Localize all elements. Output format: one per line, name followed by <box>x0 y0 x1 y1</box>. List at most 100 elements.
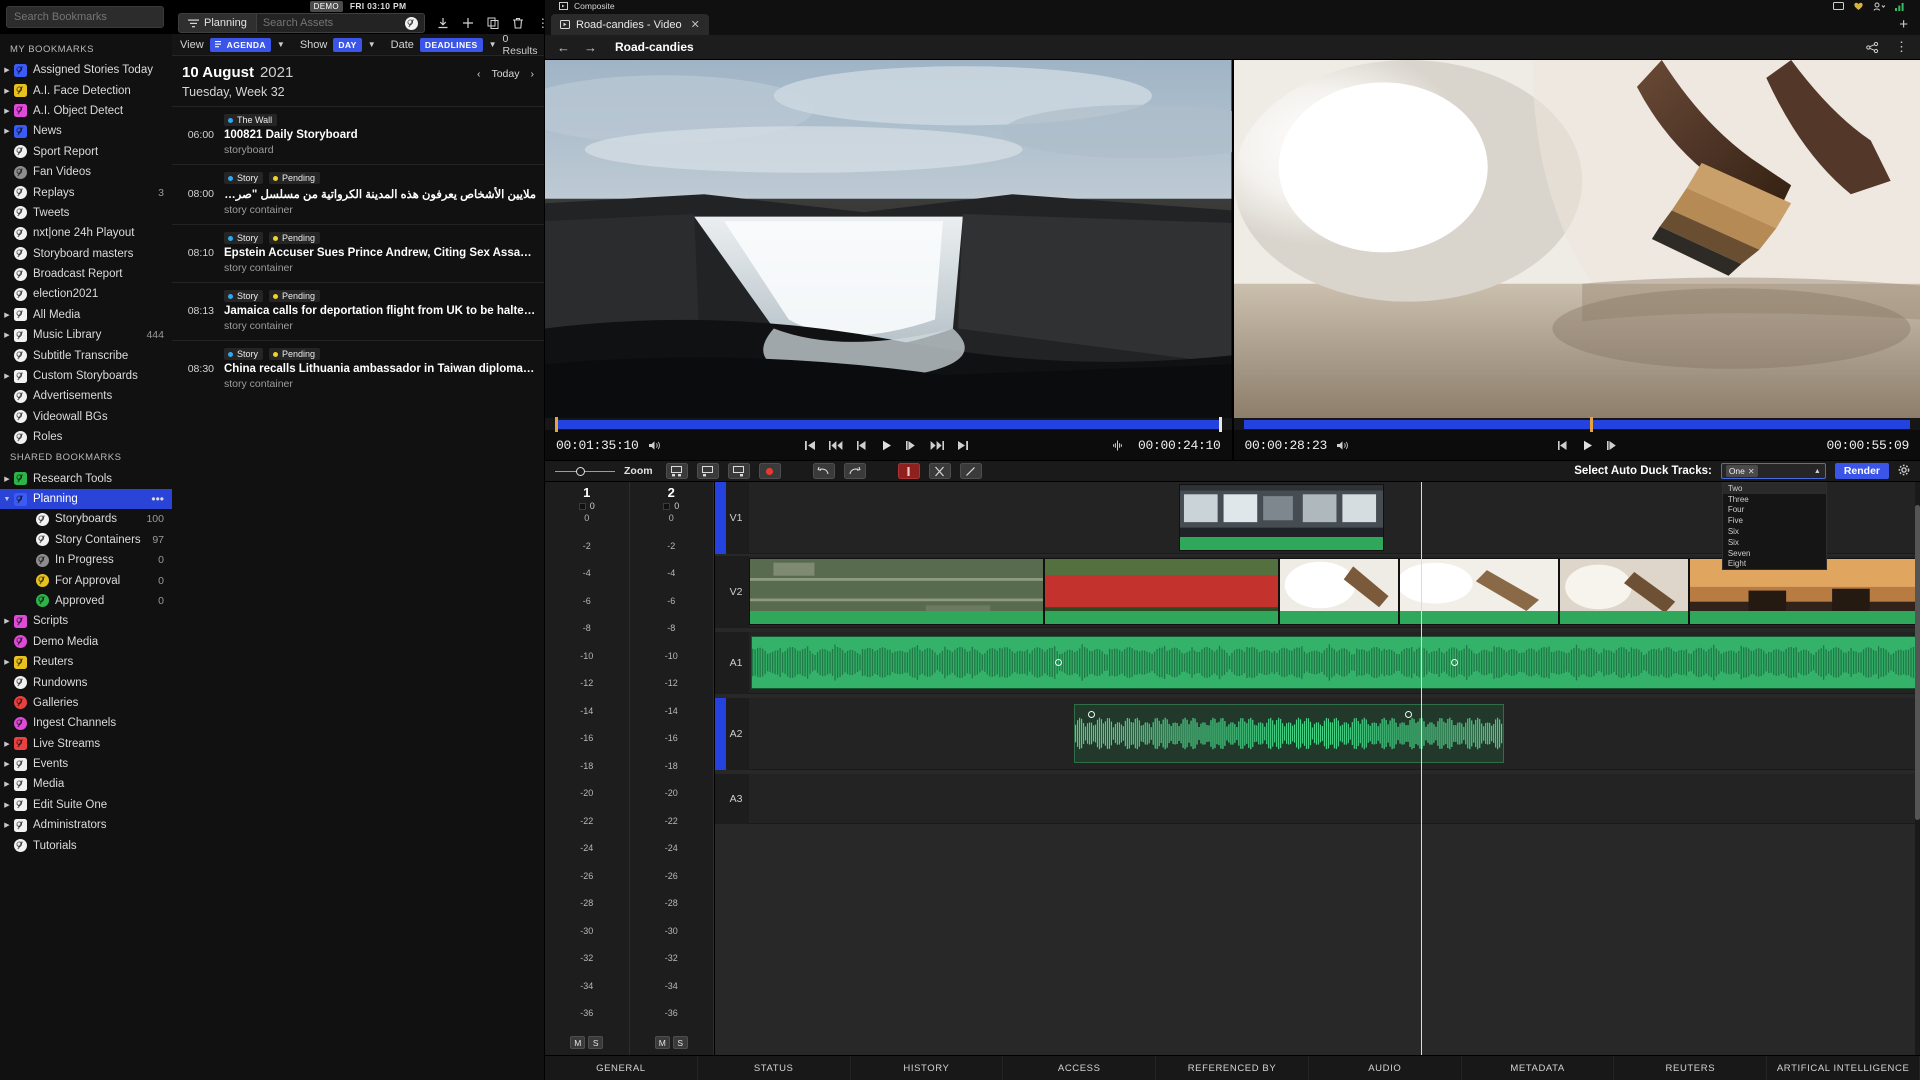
chevron-right-icon[interactable] <box>0 66 14 74</box>
track-header-v1[interactable]: V1 <box>715 482 749 554</box>
program-scrub-track[interactable] <box>1243 416 1910 432</box>
sidebar-item-demo-media[interactable]: Demo Media <box>0 632 172 652</box>
track-lane-a2[interactable] <box>749 698 1920 770</box>
sidebar-item-story-containers[interactable]: Story Containers 97 <box>0 530 172 550</box>
timeline-vertical-scrollbar[interactable] <box>1915 482 1920 1055</box>
show-chip[interactable]: DAY <box>333 37 362 52</box>
sidebar-item-roles[interactable]: Roles <box>0 427 172 447</box>
source-playhead-marker[interactable] <box>1218 416 1222 432</box>
sidebar-item-edit-suite-one[interactable]: Edit Suite One <box>0 795 172 815</box>
auto-duck-dropdown-menu[interactable]: Two Three Four Five Six Six Seven Eight <box>1721 482 1827 571</box>
program-play-icon[interactable] <box>1582 440 1593 451</box>
chevron-right-icon[interactable] <box>0 617 14 625</box>
chevron-right-icon[interactable] <box>0 372 14 380</box>
event-title[interactable]: China recalls Lithuania ambassador in Ta… <box>224 363 536 375</box>
track-header-a3[interactable]: A3 <box>715 774 749 824</box>
audio-clip[interactable] <box>751 636 1918 689</box>
chevron-up-icon[interactable]: ▲ <box>1814 468 1821 475</box>
signal-icon[interactable] <box>1895 2 1906 11</box>
download-icon[interactable] <box>437 17 449 29</box>
step-back-icon[interactable] <box>856 440 868 451</box>
sidebar-item-scripts[interactable]: Scripts <box>0 611 172 631</box>
date-chip[interactable]: DEADLINES <box>419 37 483 52</box>
agenda-event-row[interactable]: 06:00 The Wall 100821 Daily Storyboard stor… <box>172 106 544 164</box>
source-volume-icon[interactable] <box>648 440 661 451</box>
chevron-right-icon[interactable] <box>0 127 14 135</box>
chevron-down-icon[interactable] <box>0 496 14 503</box>
razor-button[interactable] <box>959 463 982 479</box>
audio-clip[interactable] <box>1074 704 1504 763</box>
fast-forward-icon[interactable] <box>930 440 944 451</box>
render-settings-gear-icon[interactable] <box>1898 464 1910 479</box>
metadata-tab-history[interactable]: HISTORY <box>851 1056 1004 1080</box>
auto-duck-option[interactable]: Two <box>1722 483 1826 494</box>
sidebar-item-storyboard-masters[interactable]: Storyboard masters <box>0 244 172 264</box>
event-title[interactable]: Jamaica calls for deportation flight fro… <box>224 305 536 317</box>
mute-button[interactable]: M <box>654 1036 670 1049</box>
chevron-right-icon[interactable] <box>0 801 14 809</box>
record-button[interactable] <box>758 463 781 479</box>
sidebar-item-for-approval[interactable]: For Approval 0 <box>0 570 172 590</box>
sidebar-item-storyboards[interactable]: Storyboards 100 <box>0 509 172 529</box>
metadata-tab-access[interactable]: ACCESS <box>1003 1056 1157 1080</box>
chat-icon[interactable] <box>1833 1 1844 11</box>
auto-duck-option[interactable]: Three <box>1723 494 1826 505</box>
auto-duck-option[interactable]: Eight <box>1723 559 1826 570</box>
video-clip[interactable] <box>749 558 1044 625</box>
sidebar-item-replays[interactable]: Replays 3 <box>0 182 172 202</box>
chevron-right-icon[interactable] <box>0 780 14 788</box>
mute-button[interactable]: M <box>570 1036 586 1049</box>
delete-icon[interactable] <box>512 17 524 29</box>
chevron-right-icon[interactable] <box>0 658 14 666</box>
share-icon[interactable] <box>1866 41 1879 53</box>
sidebar-item-a-i-object-detect[interactable]: A.I. Object Detect <box>0 101 172 121</box>
play-icon[interactable] <box>881 440 892 451</box>
track-header-v2[interactable]: V2 <box>715 556 749 628</box>
close-icon[interactable]: ✕ <box>691 18 700 31</box>
sidebar-item-ingest-channels[interactable]: Ingest Channels <box>0 713 172 733</box>
prev-day-icon[interactable]: ‹ <box>477 68 481 80</box>
auto-duck-selected-pill[interactable]: One ✕ <box>1725 465 1758 477</box>
auto-duck-option[interactable]: Seven <box>1723 548 1826 559</box>
globe-icon[interactable] <box>404 16 418 30</box>
sidebar-item-a-i-face-detection[interactable]: A.I. Face Detection <box>0 80 172 100</box>
sidebar-item-planning[interactable]: Planning ••• <box>0 488 172 510</box>
overwrite-edit-button[interactable] <box>696 463 719 479</box>
search-assets-input[interactable] <box>262 17 405 29</box>
delete-clip-button[interactable] <box>897 463 920 479</box>
step-forward-icon[interactable] <box>905 440 917 451</box>
track-header-a2[interactable]: A2 <box>715 698 749 770</box>
go-to-start-icon[interactable] <box>804 440 816 451</box>
track-lane-a1[interactable] <box>749 632 1920 694</box>
sidebar-item-live-streams[interactable]: Live Streams <box>0 734 172 754</box>
heart-icon[interactable] <box>1853 1 1864 11</box>
program-volume-icon[interactable] <box>1336 440 1349 451</box>
metadata-tab-metadata[interactable]: METADATA <box>1462 1056 1615 1080</box>
sidebar-item-news[interactable]: News <box>0 121 172 141</box>
sidebar-item-fan-videos[interactable]: Fan Videos <box>0 162 172 182</box>
metadata-tab-referenced-by[interactable]: REFERENCED BY <box>1156 1056 1309 1080</box>
sidebar-item-media[interactable]: Media <box>0 774 172 794</box>
audio-keyframe-handle[interactable] <box>1054 658 1062 666</box>
solo-button[interactable]: S <box>588 1036 604 1049</box>
sidebar-item-reuters[interactable]: Reuters <box>0 652 172 672</box>
solo-button[interactable]: S <box>672 1036 688 1049</box>
metadata-tab-status[interactable]: STATUS <box>698 1056 851 1080</box>
source-scrubber[interactable] <box>545 416 1232 432</box>
track-lane-a3[interactable] <box>749 774 1920 824</box>
copy-icon[interactable] <box>487 17 499 29</box>
redo-button[interactable] <box>843 463 866 479</box>
metadata-tab-reuters[interactable]: REUTERS <box>1614 1056 1768 1080</box>
program-video-canvas[interactable] <box>1233 60 1920 418</box>
cut-button[interactable] <box>928 463 951 479</box>
chevron-right-icon[interactable] <box>0 740 14 748</box>
sidebar-item-all-media[interactable]: All Media <box>0 305 172 325</box>
audio-keyframe-handle[interactable] <box>1451 658 1458 666</box>
metadata-tab-artifical-intelligence[interactable]: ARTIFICAL INTELLIGENCE <box>1767 1056 1920 1080</box>
video-clip[interactable] <box>1399 558 1559 625</box>
tab-road-candies[interactable]: Road-candies - Video ✕ <box>551 14 709 35</box>
forward-arrow-icon[interactable]: → <box>584 40 597 55</box>
new-tab-icon[interactable]: + <box>1899 16 1920 35</box>
metadata-tab-general[interactable]: GENERAL <box>545 1056 698 1080</box>
sidebar-item-rundowns[interactable]: Rundowns <box>0 672 172 692</box>
